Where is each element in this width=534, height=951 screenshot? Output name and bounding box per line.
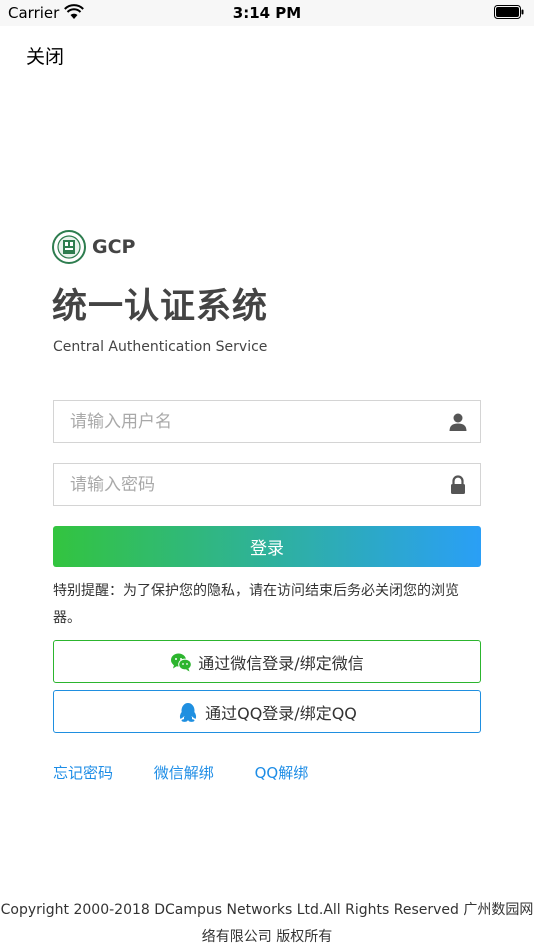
qq-login-button[interactable]: 通过QQ登录/绑定QQ xyxy=(53,690,481,733)
forgot-password-link[interactable]: 忘记密码 xyxy=(53,764,113,782)
university-seal-logo xyxy=(52,230,86,264)
battery-icon xyxy=(494,5,524,19)
status-bar: Carrier 3:14 PM xyxy=(0,0,534,26)
user-icon xyxy=(449,413,467,431)
bottom-links: 忘记密码 微信解绑 QQ解绑 xyxy=(53,762,344,783)
login-button[interactable]: 登录 xyxy=(53,526,481,567)
qq-penguin-icon xyxy=(180,702,197,722)
password-input[interactable] xyxy=(54,464,450,505)
wechat-login-button[interactable]: 通过微信登录/绑定微信 xyxy=(53,640,481,683)
qq-login-label: 通过QQ登录/绑定QQ xyxy=(205,703,357,723)
close-button[interactable]: 关闭 xyxy=(26,42,64,69)
copyright-footer: Copyright 2000-2018 DCampus Networks Ltd… xyxy=(0,902,534,945)
page-subtitle: Central Authentication Service xyxy=(53,339,268,355)
username-input[interactable] xyxy=(54,401,450,442)
brand-name: GCP xyxy=(92,236,136,258)
username-field-container xyxy=(53,400,481,443)
wechat-login-label: 通过微信登录/绑定微信 xyxy=(198,653,364,673)
status-time: 3:14 PM xyxy=(232,4,302,22)
page-title: 统一认证系统 xyxy=(52,287,269,327)
password-field-container xyxy=(53,463,481,506)
wechat-unbind-link[interactable]: 微信解绑 xyxy=(154,764,214,782)
lock-icon xyxy=(451,475,465,494)
wechat-icon xyxy=(171,653,193,671)
privacy-notice: 特别提醒：为了保护您的隐私，请在访问结束后务必关闭您的浏览器。 xyxy=(53,583,459,626)
qq-unbind-link[interactable]: QQ解绑 xyxy=(255,764,309,782)
